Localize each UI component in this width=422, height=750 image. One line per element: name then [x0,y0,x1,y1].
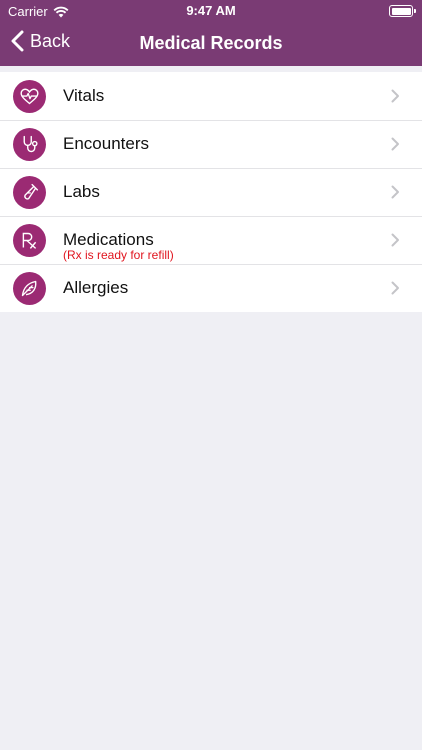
record-label: Vitals [63,86,105,105]
chevron-right-icon [391,233,399,247]
chevron-right-icon [391,185,399,199]
record-row-encounters[interactable]: Encounters [0,120,422,168]
record-label: Labs [63,182,100,201]
record-label: Allergies [63,278,129,297]
test-tube-icon [13,176,46,209]
records-list: Vitals Encounters Labs Medications (Rx i… [0,72,422,312]
record-row-allergies[interactable]: Allergies [0,264,422,312]
record-row-vitals[interactable]: Vitals [0,72,422,120]
chevron-right-icon [391,137,399,151]
chevron-right-icon [391,89,399,103]
refill-notice: (Rx is ready for refill) [63,248,174,262]
rx-icon [13,224,46,257]
nav-bar: Back Medical Records [0,22,422,66]
status-bar: Carrier 9:47 AM [0,0,422,22]
record-label: Medications [63,230,154,249]
record-label: Encounters [63,134,149,153]
record-row-labs[interactable]: Labs [0,168,422,216]
status-time: 9:47 AM [186,3,236,18]
record-row-medications[interactable]: Medications (Rx is ready for refill) [0,216,422,264]
header: Carrier 9:47 AM Back Medical Records [0,0,422,66]
battery-icon [389,5,416,17]
heart-pulse-icon [13,80,46,113]
leaf-icon [13,272,46,305]
page-title: Medical Records [139,33,283,53]
chevron-right-icon [391,281,399,295]
stethoscope-icon [13,128,46,161]
